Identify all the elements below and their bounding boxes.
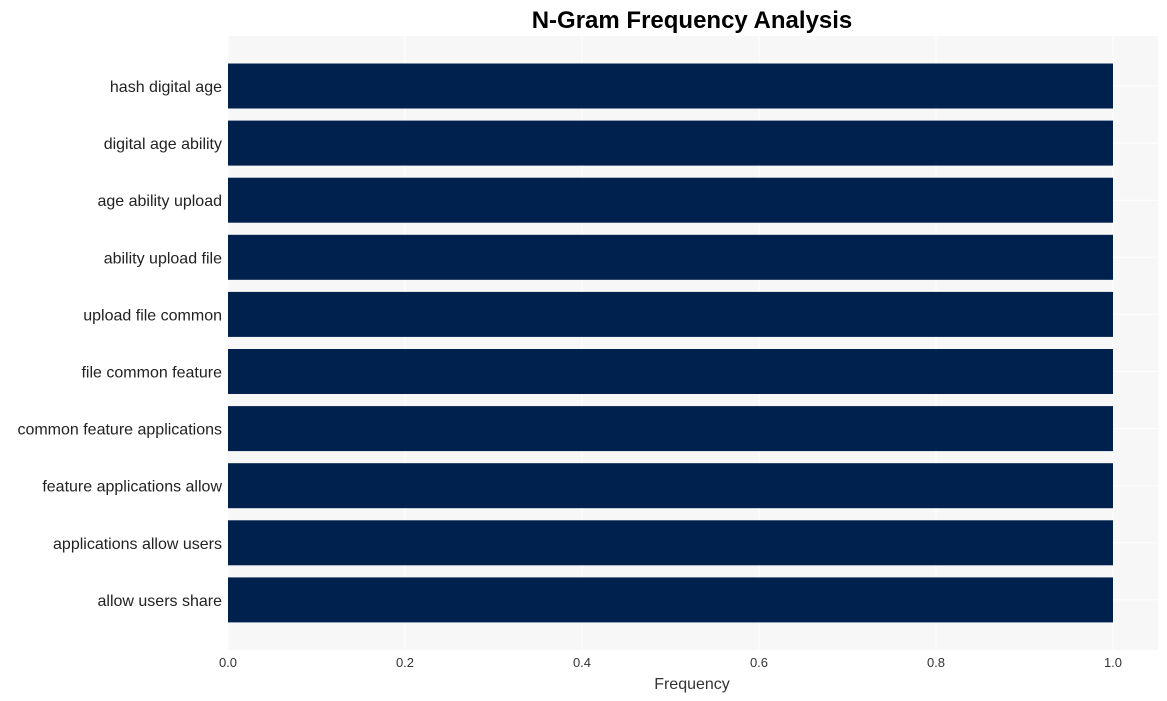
category-labels: hash digital age digital age ability age a… [17,79,222,610]
category-label: common feature applications [17,422,222,439]
ngram-bar-chart: N-Gram Frequency Analysis hash digital a… [17,7,1158,693]
category-label: ability upload file [104,250,222,267]
chart-title: N-Gram Frequency Analysis [532,7,853,34]
category-label: feature applications allow [42,479,222,496]
category-label: hash digital age [110,79,222,96]
category-label: allow users share [98,593,223,610]
bar [228,463,1113,509]
bar [228,291,1113,337]
bar [228,177,1113,223]
x-tick-label: 0.2 [396,655,414,670]
x-axis-ticks: 0.0 0.2 0.4 0.6 0.8 1.0 [219,655,1122,670]
category-label: upload file common [83,307,222,324]
x-tick-label: 1.0 [1104,655,1122,670]
bar [228,349,1113,394]
category-label: digital age ability [104,136,222,153]
x-tick-label: 0.6 [750,655,768,670]
bar [228,406,1113,452]
bar [228,120,1113,166]
bar [228,577,1113,623]
bar [228,63,1113,109]
x-tick-label: 0.8 [927,655,945,670]
category-label: file common feature [81,365,222,382]
category-label: age ability upload [97,193,222,210]
x-axis-label: Frequency [654,676,730,693]
bar [228,234,1113,280]
x-tick-label: 0.4 [573,655,591,670]
bar [228,520,1113,566]
x-tick-label: 0.0 [219,655,237,670]
category-label: applications allow users [53,536,222,553]
